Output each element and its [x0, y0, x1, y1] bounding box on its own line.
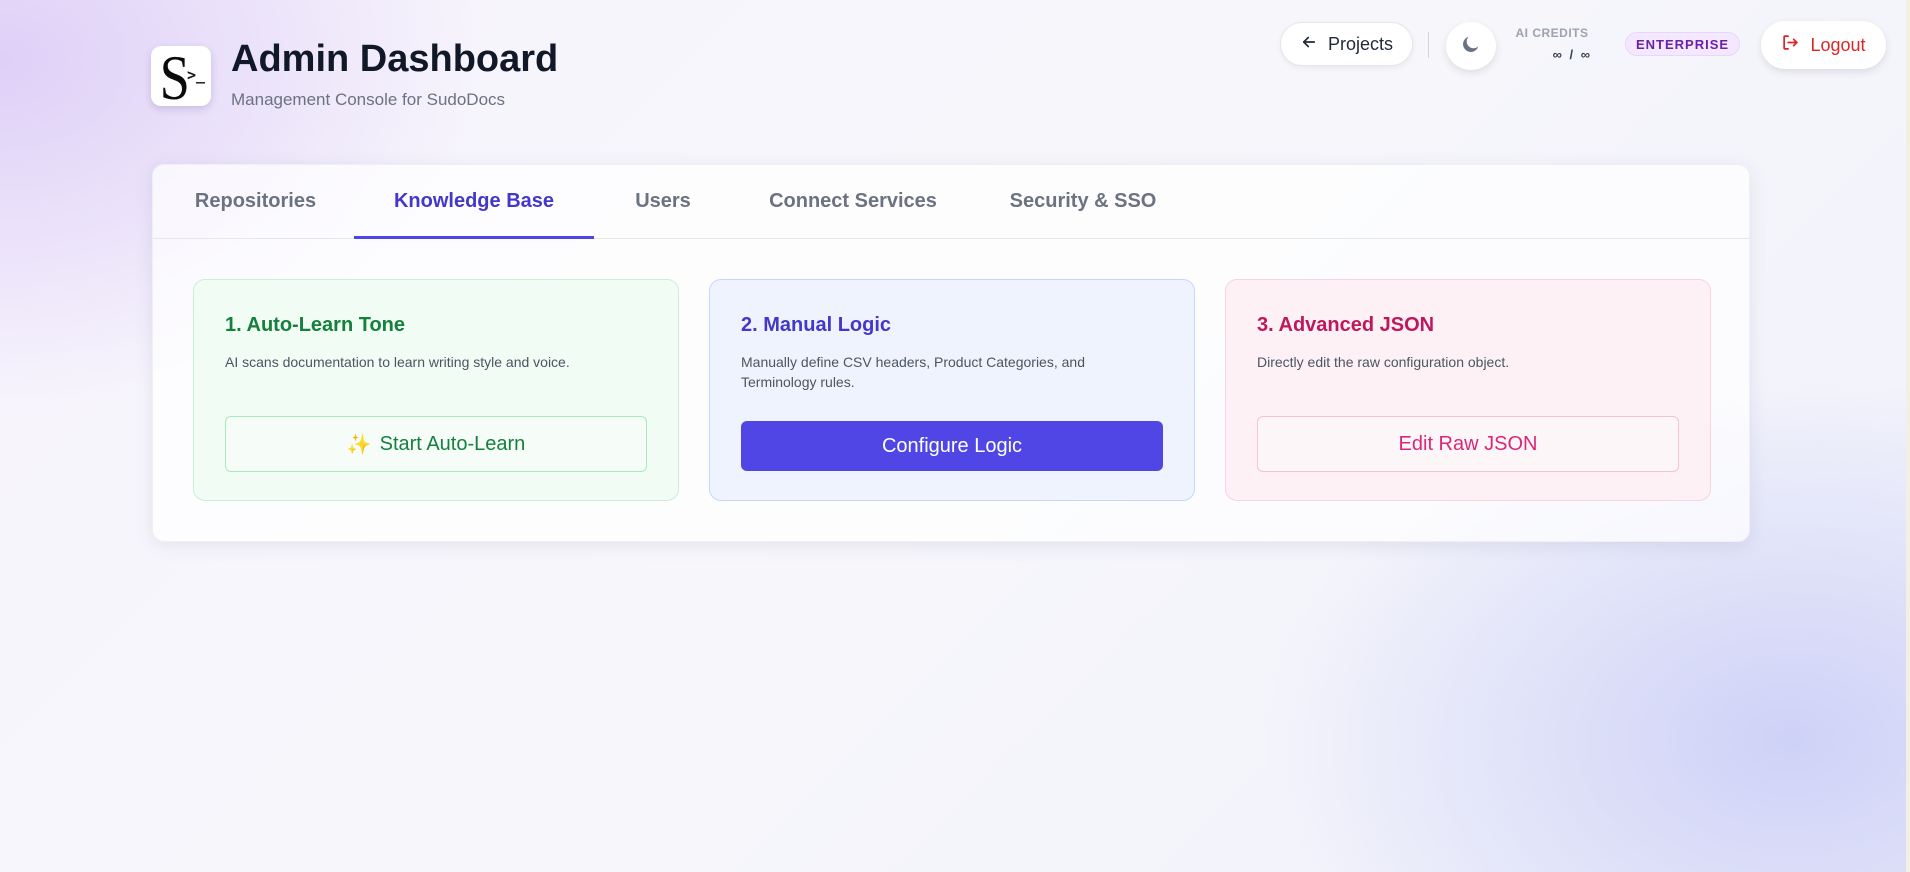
page-subtitle: Management Console for SudoDocs: [231, 90, 506, 109]
logo-letter: S: [159, 46, 191, 106]
auto-learn-card: 1. Auto-Learn Tone AI scans documentatio…: [193, 279, 679, 501]
moon-icon: [1460, 33, 1482, 60]
tab-knowledge-base[interactable]: Knowledge Base: [354, 165, 594, 239]
app-logo: S >_: [151, 46, 211, 106]
page-title: Admin Dashboard: [231, 38, 559, 80]
projects-button[interactable]: Projects: [1280, 22, 1413, 66]
sparkles-icon: ✨: [346, 433, 372, 456]
tab-users[interactable]: Users: [634, 165, 692, 238]
logo-prompt: >_: [186, 66, 205, 84]
card-title: 3. Advanced JSON: [1257, 314, 1435, 336]
configure-logic-button[interactable]: Configure Logic: [741, 421, 1163, 471]
start-auto-learn-button[interactable]: ✨ Start Auto-Learn: [225, 416, 647, 472]
button-label: Edit Raw JSON: [1398, 432, 1538, 455]
logout-button[interactable]: Logout: [1761, 21, 1886, 69]
projects-label: Projects: [1327, 33, 1394, 54]
manual-logic-card: 2. Manual Logic Manually define CSV head…: [709, 279, 1195, 501]
tab-repositories[interactable]: Repositories: [193, 165, 318, 238]
arrow-left-icon: [1300, 33, 1318, 56]
card-title: 1. Auto-Learn Tone: [225, 314, 405, 336]
admin-panel: Repositories Knowledge Base Users Connec…: [152, 164, 1750, 542]
ai-credits-value: ∞ / ∞: [1552, 47, 1592, 62]
plan-badge: ENTERPRISE: [1625, 32, 1741, 56]
card-title: 2. Manual Logic: [741, 314, 892, 336]
tab-security-sso[interactable]: Security & SSO: [1009, 165, 1157, 238]
button-label: Configure Logic: [881, 434, 1023, 457]
card-description: Manually define CSV headers, Product Cat…: [741, 354, 1085, 390]
card-description: AI scans documentation to learn writing …: [225, 354, 570, 370]
logout-icon: [1781, 33, 1800, 57]
theme-toggle-button[interactable]: [1446, 22, 1496, 70]
tab-bar: Repositories Knowledge Base Users Connec…: [153, 165, 1749, 239]
header-divider: [1428, 32, 1429, 58]
page-edge: [1906, 0, 1910, 872]
advanced-json-card: 3. Advanced JSON Directly edit the raw c…: [1225, 279, 1711, 501]
logout-label: Logout: [1810, 34, 1866, 55]
button-label: Start Auto-Learn: [379, 432, 526, 455]
tab-connect-services[interactable]: Connect Services: [768, 165, 938, 238]
ai-credits-label: AI CREDITS: [1515, 26, 1589, 40]
edit-raw-json-button[interactable]: Edit Raw JSON: [1257, 416, 1679, 472]
card-description: Directly edit the raw configuration obje…: [1257, 354, 1510, 370]
